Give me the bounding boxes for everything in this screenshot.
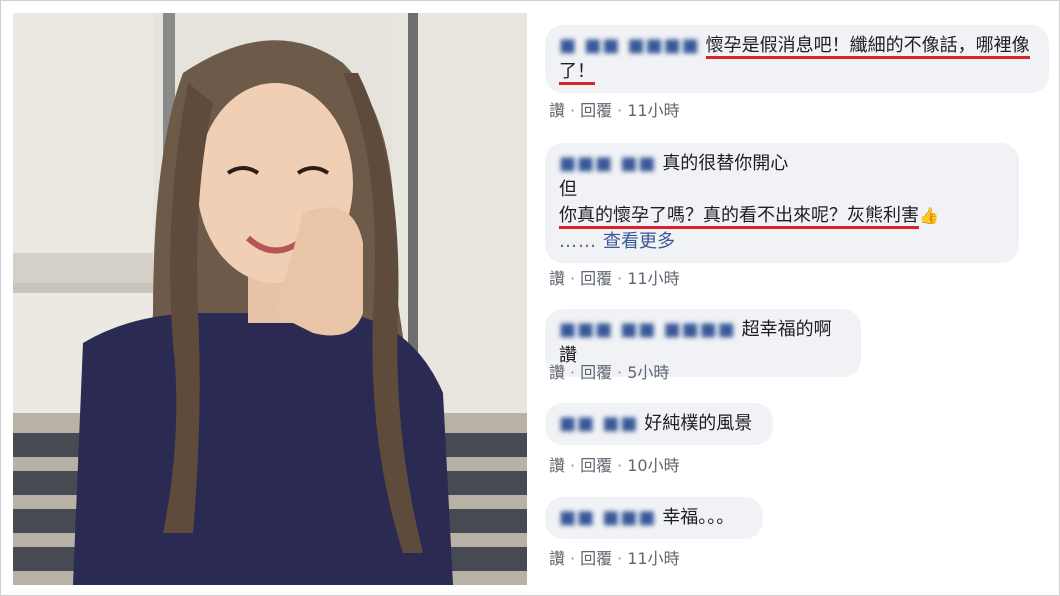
comment-bubble: ■ ■■ ■■■■ 懷孕是假消息吧！纖細的不像話，哪裡像 了！	[545, 25, 1049, 93]
reply-button[interactable]: 回覆	[580, 363, 612, 382]
comment-timestamp[interactable]: 11小時	[627, 549, 679, 568]
comment-text: 真的很替你開心	[662, 153, 789, 174]
comment-list: ■ ■■ ■■■■ 懷孕是假消息吧！纖細的不像話，哪裡像 了！ 讚 · 回覆 · 11小時…	[537, 13, 1051, 585]
like-button[interactable]: 讚	[549, 269, 565, 288]
comment-actions: 讚 · 回覆 · 11小時	[549, 549, 680, 568]
comment-author[interactable]: ■■ ■■	[559, 411, 638, 437]
comment-author[interactable]: ■ ■■ ■■■■	[559, 33, 700, 59]
comment-timestamp[interactable]: 10小時	[627, 456, 679, 475]
like-button[interactable]: 讚	[549, 456, 565, 475]
comment-timestamp[interactable]: 11小時	[627, 269, 679, 288]
ellipsis: ……	[559, 231, 597, 252]
post-photo[interactable]	[13, 13, 527, 585]
comment-text: 了！	[559, 61, 595, 85]
reply-button[interactable]: 回覆	[580, 269, 612, 288]
comment-author[interactable]: ■■ ■■■	[559, 505, 656, 531]
comment-actions: 讚 · 回覆 · 10小時	[549, 456, 680, 475]
reply-button[interactable]: 回覆	[580, 549, 612, 568]
reply-button[interactable]: 回覆	[580, 101, 612, 120]
like-button[interactable]: 讚	[549, 363, 565, 382]
comment-bubble: ■■■ ■■ 真的很替你開心 但 你真的懷孕了嗎？真的看不出來呢？灰熊利害👍 ………	[545, 143, 1019, 263]
comment-bubble: ■■ ■■■ 幸福。。。	[545, 497, 763, 539]
comment-text: 但	[559, 179, 577, 200]
see-more-link[interactable]: 查看更多	[603, 231, 675, 252]
comment-actions: 讚 · 回覆 · 11小時	[549, 101, 680, 120]
thumbs-up-icon: 👍	[919, 206, 939, 225]
screenshot-frame: ■ ■■ ■■■■ 懷孕是假消息吧！纖細的不像話，哪裡像 了！ 讚 · 回覆 · 11小時…	[0, 0, 1060, 596]
comment-actions: 讚 · 回覆 · 11小時	[549, 269, 680, 288]
woman-portrait-image	[13, 13, 527, 585]
comment-timestamp[interactable]: 11小時	[627, 101, 679, 120]
comment-author[interactable]: ■■■ ■■	[559, 151, 656, 177]
like-button[interactable]: 讚	[549, 549, 565, 568]
comment-author[interactable]: ■■■ ■■ ■■■■	[559, 317, 736, 343]
comment-text: 幸福。。。	[662, 507, 735, 528]
comment-text: 你真的懷孕了嗎？真的看不出來呢？灰熊利害	[559, 205, 919, 229]
comment-text: 懷孕是假消息吧！纖細的不像話，哪裡像	[705, 35, 1030, 59]
comment-text: 好純樸的風景	[644, 413, 753, 434]
comment-actions: 讚 · 回覆 · 5小時	[549, 363, 670, 382]
reply-button[interactable]: 回覆	[580, 456, 612, 475]
comment-timestamp[interactable]: 5小時	[627, 363, 669, 382]
comment-bubble: ■■ ■■ 好純樸的風景	[545, 403, 773, 445]
like-button[interactable]: 讚	[549, 101, 565, 120]
